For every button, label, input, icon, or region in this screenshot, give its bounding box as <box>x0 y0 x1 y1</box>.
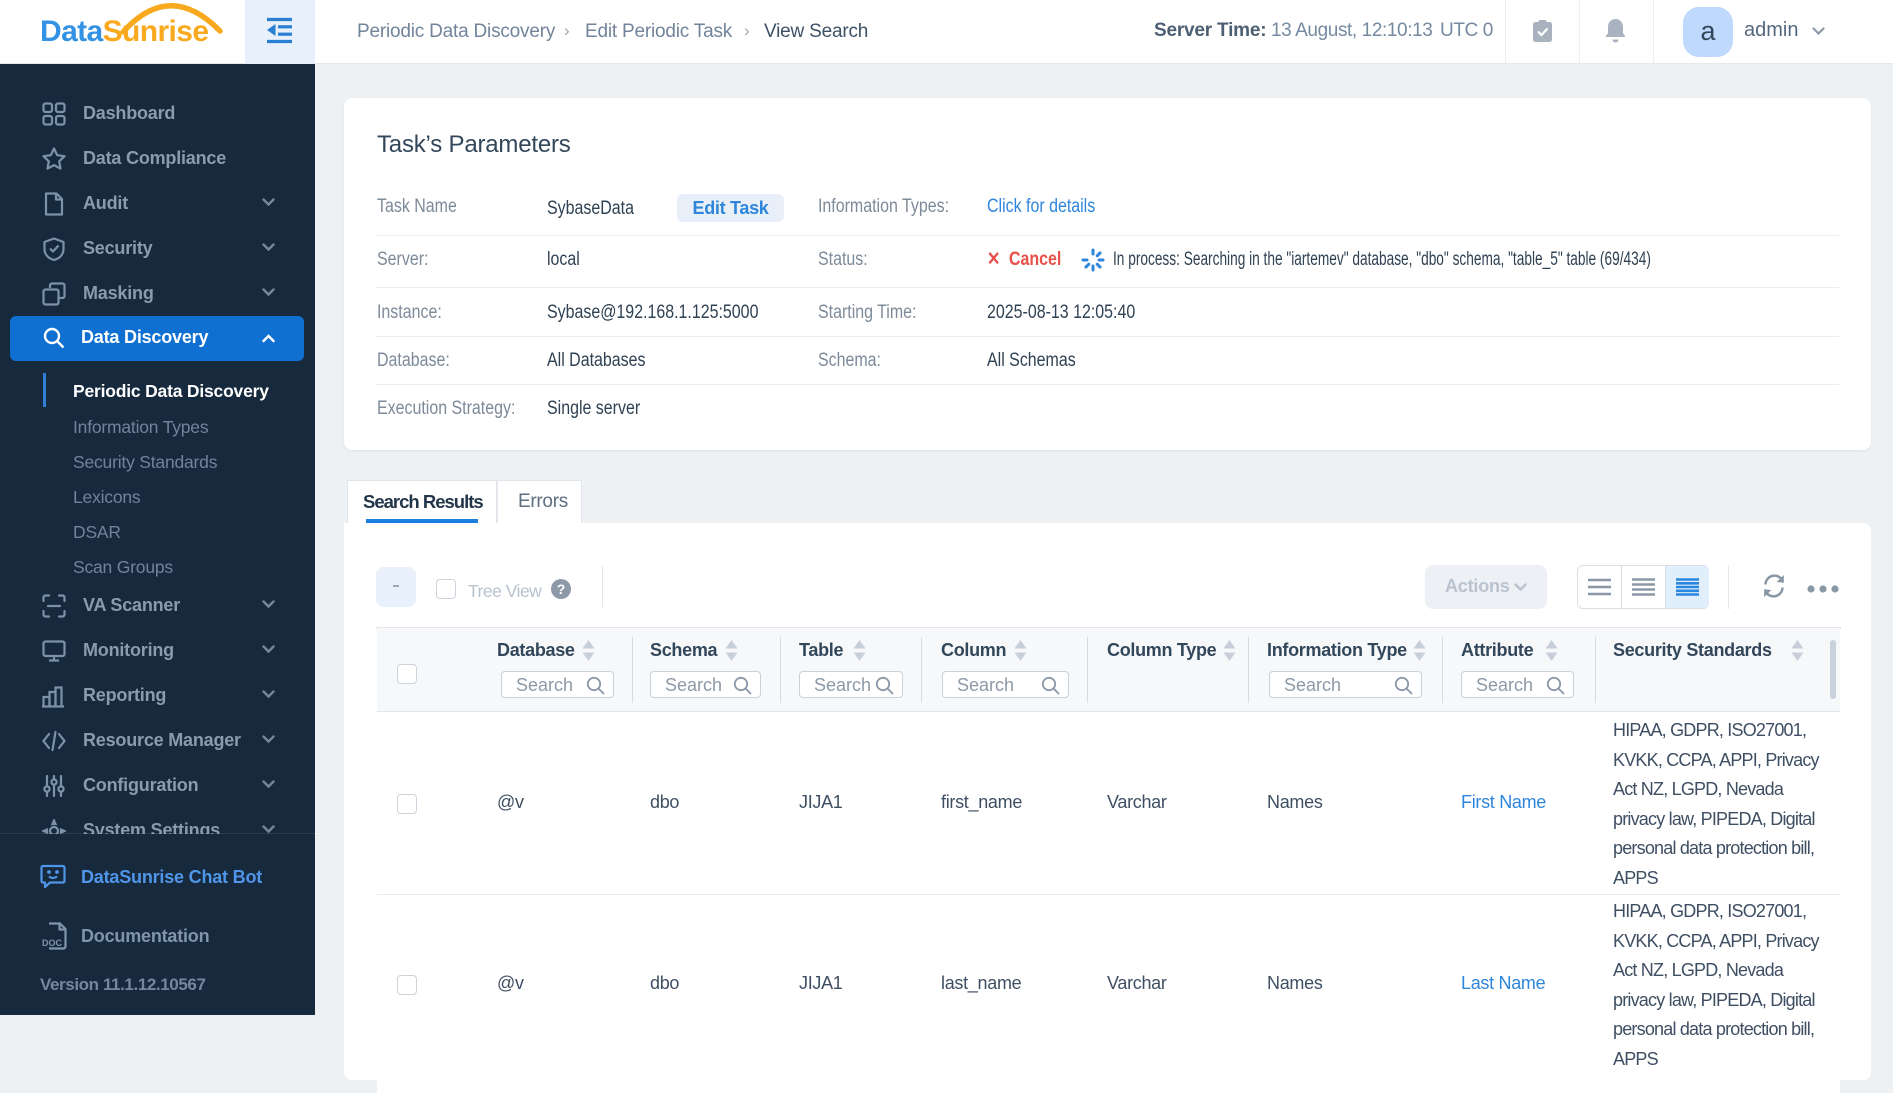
svg-text:DOC: DOC <box>42 938 63 948</box>
